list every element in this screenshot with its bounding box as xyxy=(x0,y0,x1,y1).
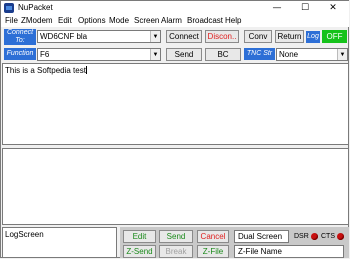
maximize-button[interactable]: ☐ xyxy=(291,1,319,15)
text-caret xyxy=(85,66,87,74)
conv-button[interactable]: Conv xyxy=(244,30,272,43)
menu-zmodem[interactable]: ZModem xyxy=(21,16,53,25)
send-button[interactable]: Send xyxy=(159,230,193,243)
break-button[interactable]: Break xyxy=(159,245,193,258)
menu-edit[interactable]: Edit xyxy=(58,16,72,25)
cts-indicator xyxy=(337,233,344,240)
app-window: NuPacket — ☐ ✕ File ZModem Edit Options … xyxy=(0,0,349,258)
log-toggle[interactable]: OFF xyxy=(322,30,347,43)
callsign-combo[interactable]: WD6CNF bla ▼ xyxy=(37,30,161,43)
bc-button[interactable]: BC xyxy=(205,48,241,61)
log-label: Log xyxy=(306,31,320,43)
chevron-down-icon[interactable]: ▼ xyxy=(337,49,347,60)
close-button[interactable]: ✕ xyxy=(319,1,347,15)
function-value: F6 xyxy=(40,50,50,59)
tnc-combo[interactable]: None ▼ xyxy=(276,48,348,61)
function-label: Function xyxy=(4,48,36,60)
menu-options[interactable]: Options xyxy=(78,16,106,25)
app-icon xyxy=(4,3,14,13)
return-button[interactable]: Return xyxy=(275,30,304,43)
lower-text-pane[interactable] xyxy=(2,148,349,225)
dual-screen-field[interactable]: Dual Screen xyxy=(234,230,289,243)
disconnect-button[interactable]: Discon.. xyxy=(205,30,239,43)
cancel-button[interactable]: Cancel xyxy=(197,230,229,243)
function-send-button[interactable]: Send xyxy=(166,48,202,61)
menu-broadcast[interactable]: Broadcast xyxy=(187,16,223,25)
menu-mode[interactable]: Mode xyxy=(109,16,129,25)
menu-bar: File ZModem Edit Options Mode Screen Ala… xyxy=(1,15,349,27)
z-file-name-field[interactable]: Z-File Name xyxy=(234,245,344,258)
z-file-button[interactable]: Z-File xyxy=(197,245,229,258)
dsr-label: DSR xyxy=(294,233,309,240)
connect-to-label: Connect To: xyxy=(4,29,36,45)
minimize-button[interactable]: — xyxy=(263,1,291,15)
connect-button[interactable]: Connect xyxy=(166,30,202,43)
log-screen-label: LogScreen xyxy=(5,230,44,239)
menu-screen[interactable]: Screen xyxy=(134,16,159,25)
upper-text-pane[interactable]: This is a Softpedia test xyxy=(2,63,349,145)
z-send-button[interactable]: Z-Send xyxy=(123,245,156,258)
tnc-value: None xyxy=(279,50,299,59)
function-combo[interactable]: F6 ▼ xyxy=(37,48,161,61)
tnc-str-label: TNC Str xyxy=(244,48,275,60)
window-title: NuPacket xyxy=(18,3,53,12)
menu-help[interactable]: Help xyxy=(225,16,241,25)
log-screen-pane[interactable]: LogScreen xyxy=(2,227,117,258)
menu-alarm[interactable]: Alarm xyxy=(161,16,182,25)
title-bar: NuPacket — ☐ ✕ xyxy=(1,1,349,15)
callsign-value: WD6CNF bla xyxy=(40,32,88,41)
dsr-indicator xyxy=(311,233,318,240)
menu-file[interactable]: File xyxy=(5,16,18,25)
chevron-down-icon[interactable]: ▼ xyxy=(150,31,160,42)
chevron-down-icon[interactable]: ▼ xyxy=(150,49,160,60)
edit-button[interactable]: Edit xyxy=(123,230,156,243)
cts-label: CTS xyxy=(321,233,335,240)
upper-text: This is a Softpedia test xyxy=(5,66,87,75)
